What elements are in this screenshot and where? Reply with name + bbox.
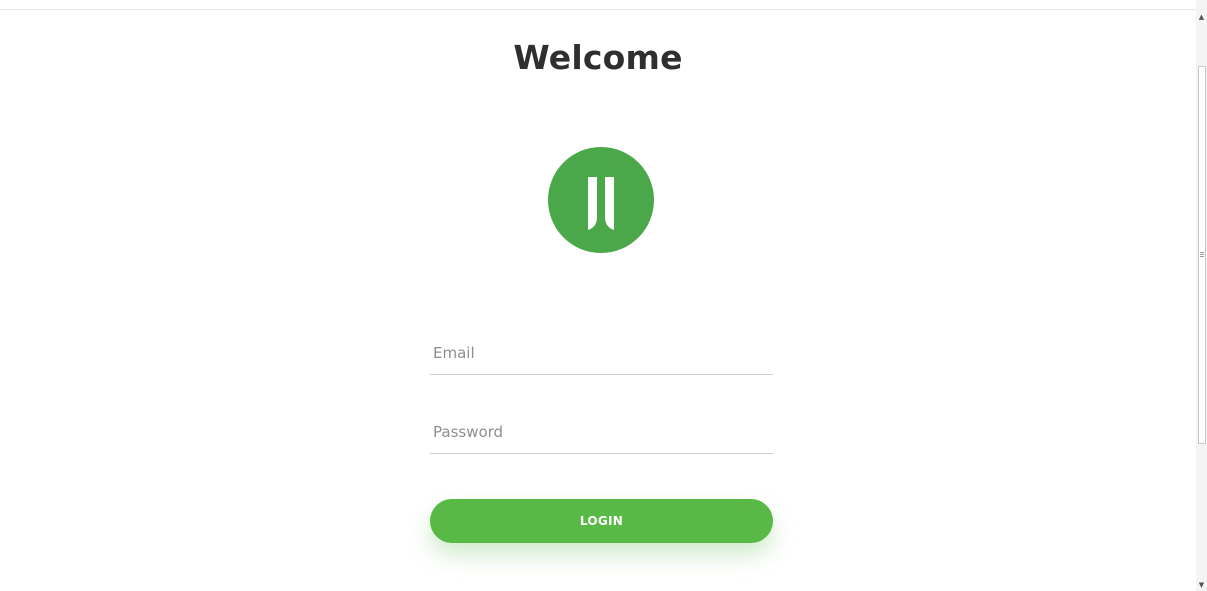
- scroll-down-icon[interactable]: ▼: [1196, 580, 1207, 591]
- scroll-up-icon[interactable]: ▲: [1196, 12, 1207, 23]
- login-button[interactable]: LOGIN: [430, 499, 773, 543]
- email-input[interactable]: [433, 334, 769, 372]
- password-input[interactable]: [433, 413, 769, 451]
- vertical-scrollbar[interactable]: ▲ ▼: [1196, 0, 1207, 591]
- email-field[interactable]: [430, 334, 773, 375]
- scroll-thumb[interactable]: [1198, 66, 1206, 444]
- login-page: Welcome LOGIN ▲ ▼: [0, 0, 1207, 591]
- page-title: Welcome: [513, 38, 683, 77]
- password-field[interactable]: [430, 413, 773, 454]
- top-divider: [0, 9, 1196, 10]
- scroll-grip-icon: [1200, 252, 1204, 258]
- brand-logo-icon: [548, 147, 654, 253]
